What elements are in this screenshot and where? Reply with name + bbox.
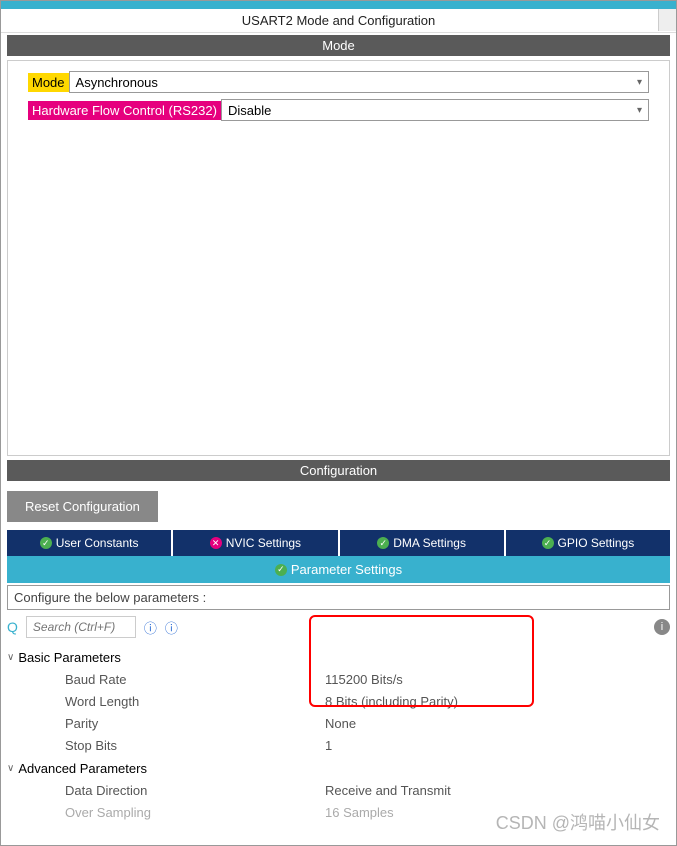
top-accent-bar <box>1 1 676 9</box>
tab-label: GPIO Settings <box>558 536 635 550</box>
page-title: USART2 Mode and Configuration <box>1 9 676 33</box>
tab-label: DMA Settings <box>393 536 466 550</box>
configuration-header: Configuration <box>7 460 670 481</box>
next-icon[interactable]: ⓘ <box>165 618 178 637</box>
tab-dma-settings[interactable]: ✓ DMA Settings <box>340 530 504 556</box>
tab-user-constants[interactable]: ✓ User Constants <box>7 530 171 556</box>
info-icon[interactable]: i <box>654 619 670 635</box>
hw-flow-label: Hardware Flow Control (RS232) <box>28 101 221 120</box>
param-data-direction[interactable]: Data Direction Receive and Transmit <box>7 780 670 802</box>
hw-flow-select[interactable]: Disable ▾ <box>221 99 649 121</box>
group-basic-parameters[interactable]: Basic Parameters <box>18 650 121 665</box>
tab-gpio-settings[interactable]: ✓ GPIO Settings <box>506 530 670 556</box>
x-icon: ✕ <box>210 537 222 549</box>
search-icon[interactable]: Q <box>7 619 18 635</box>
mode-header: Mode <box>7 35 670 56</box>
chevron-down-icon[interactable]: ∨ <box>7 763 14 774</box>
chevron-down-icon: ▾ <box>637 105 642 116</box>
param-baud-rate[interactable]: Baud Rate 115200 Bits/s <box>7 669 670 691</box>
tab-label: Parameter Settings <box>291 562 402 577</box>
check-icon: ✓ <box>40 537 52 549</box>
check-icon: ✓ <box>275 564 287 576</box>
param-label: Over Sampling <box>65 802 325 824</box>
param-stop-bits[interactable]: Stop Bits 1 <box>7 735 670 757</box>
parameters-tree: ∨ Basic Parameters Baud Rate 115200 Bits… <box>7 642 670 828</box>
param-value: 16 Samples <box>325 802 394 824</box>
tab-parameter-settings[interactable]: ✓ Parameter Settings <box>7 556 670 583</box>
param-label: Baud Rate <box>65 669 325 691</box>
param-value: Receive and Transmit <box>325 780 451 802</box>
param-value: 115200 Bits/s <box>325 669 403 691</box>
scroll-corner <box>658 9 676 31</box>
check-icon: ✓ <box>542 537 554 549</box>
param-label: Stop Bits <box>65 735 325 757</box>
param-value: 8 Bits (including Parity) <box>325 691 458 713</box>
tab-nvic-settings[interactable]: ✕ NVIC Settings <box>173 530 337 556</box>
mode-select[interactable]: Asynchronous ▾ <box>69 71 649 93</box>
search-input[interactable] <box>26 616 136 638</box>
group-advanced-parameters[interactable]: Advanced Parameters <box>18 761 147 776</box>
tab-label: User Constants <box>56 536 139 550</box>
param-parity[interactable]: Parity None <box>7 713 670 735</box>
mode-label: Mode <box>28 73 69 92</box>
mode-select-value: Asynchronous <box>76 75 158 90</box>
param-label: Data Direction <box>65 780 325 802</box>
mode-panel: Mode Asynchronous ▾ Hardware Flow Contro… <box>7 60 670 456</box>
check-icon: ✓ <box>377 537 389 549</box>
param-label: Word Length <box>65 691 325 713</box>
chevron-down-icon[interactable]: ∨ <box>7 652 14 663</box>
chevron-down-icon: ▾ <box>637 77 642 88</box>
hw-flow-value: Disable <box>228 103 271 118</box>
reset-config-button[interactable]: Reset Configuration <box>7 491 158 522</box>
configure-instruction: Configure the below parameters : <box>7 585 670 610</box>
param-over-sampling: Over Sampling 16 Samples <box>7 802 670 824</box>
param-word-length[interactable]: Word Length 8 Bits (including Parity) <box>7 691 670 713</box>
param-value: None <box>325 713 356 735</box>
tabs-row-top: ✓ User Constants ✕ NVIC Settings ✓ DMA S… <box>7 530 670 556</box>
param-label: Parity <box>65 713 325 735</box>
prev-icon[interactable]: ⓘ <box>144 618 157 637</box>
tab-label: NVIC Settings <box>226 536 301 550</box>
param-value: 1 <box>325 735 332 757</box>
